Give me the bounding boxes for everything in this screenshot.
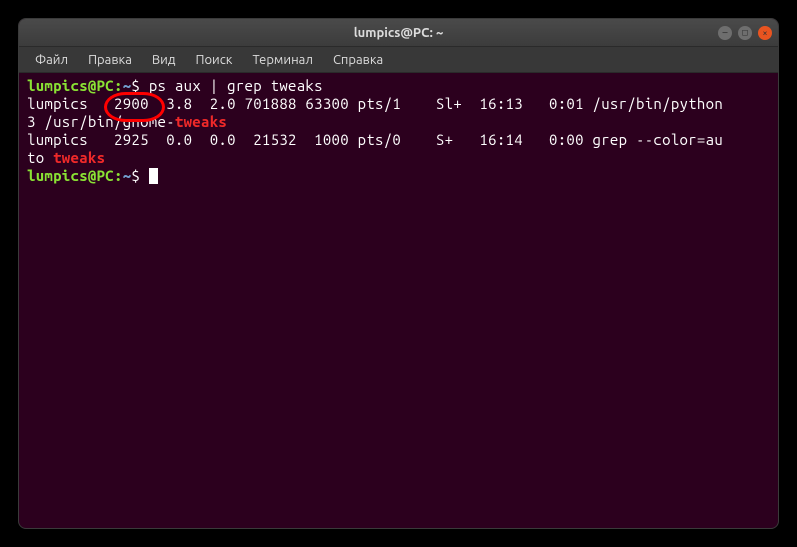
output-line2: 0.0 0.0 21532 1000 pts/0 S+ 16:14 0:00 g… (149, 131, 723, 148)
prompt2-separator: : (114, 167, 123, 184)
close-icon: × (762, 28, 767, 38)
output-line1: 3.8 2.0 701888 63300 pts/1 Sl+ 16:13 0:0… (149, 95, 723, 112)
minimize-button[interactable]: ─ (718, 26, 732, 40)
output-pid2: 2925 (114, 131, 149, 148)
prompt-separator: : (114, 77, 123, 94)
menu-search[interactable]: Поиск (187, 51, 240, 69)
terminal-output[interactable]: lumpics@PC:~$ ps aux | grep tweaks lumpi… (19, 73, 778, 189)
menu-file[interactable]: Файл (27, 51, 76, 69)
prompt2-user-host: lumpics@PC (27, 167, 114, 184)
window-title: lumpics@PC: ~ (354, 26, 444, 40)
prompt-dollar: $ (131, 77, 140, 94)
minimize-icon: ─ (722, 28, 727, 38)
window-controls: ─ □ × (718, 26, 772, 40)
menu-view[interactable]: Вид (144, 51, 184, 69)
output-line1-wrap: 3 /usr/bin/gnome- (27, 113, 175, 130)
close-button[interactable]: × (758, 26, 772, 40)
menu-terminal[interactable]: Терминал (244, 51, 320, 69)
output-user: lumpics (27, 95, 88, 112)
cursor (149, 168, 158, 184)
output-line2-wrap: to (27, 149, 53, 166)
grep-match2: tweaks (53, 149, 105, 166)
maximize-button[interactable]: □ (738, 26, 752, 40)
grep-match: tweaks (175, 113, 227, 130)
menu-help[interactable]: Справка (325, 51, 391, 69)
command-text: ps aux | grep tweaks (149, 77, 323, 94)
titlebar: lumpics@PC: ~ ─ □ × (19, 19, 778, 47)
highlighted-pid: 2900 (114, 95, 149, 113)
prompt2-dollar: $ (131, 167, 140, 184)
maximize-icon: □ (742, 27, 747, 38)
output-user2: lumpics (27, 131, 88, 148)
menu-edit[interactable]: Правка (80, 51, 140, 69)
menubar: Файл Правка Вид Поиск Терминал Справка (19, 47, 778, 73)
prompt-user-host: lumpics@PC (27, 77, 114, 94)
terminal-window: lumpics@PC: ~ ─ □ × Файл Правка Вид Поис… (18, 18, 779, 529)
